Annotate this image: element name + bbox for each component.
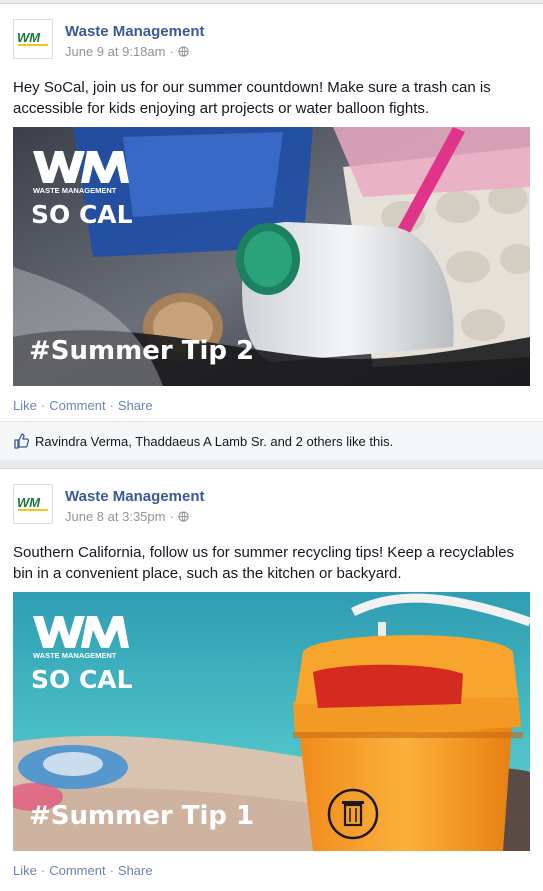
page-name-link[interactable]: Waste Management bbox=[65, 488, 204, 505]
wm-wordmark: WASTE MANAGEMENT bbox=[33, 186, 117, 195]
post-1: WM Waste Management June 9 at 9:18am · H… bbox=[0, 3, 543, 422]
globe-icon[interactable] bbox=[178, 46, 189, 57]
beach-photo: WASTE MANAGEMENT SO CAL #Summer Tip 1 bbox=[13, 592, 530, 851]
post-text: Hey SoCal, join us for our summer countd… bbox=[13, 79, 491, 117]
tip-label: #Summer Tip 1 bbox=[29, 801, 254, 831]
svg-text:WM: WM bbox=[17, 495, 41, 510]
post-actions: Like · Comment · Share bbox=[13, 863, 153, 878]
like-link[interactable]: Like bbox=[13, 398, 37, 413]
like-link[interactable]: Like bbox=[13, 863, 37, 878]
post-actions: Like · Comment · Share bbox=[13, 398, 153, 413]
post-2: WM Waste Management June 8 at 3:35pm · S… bbox=[0, 468, 543, 891]
trash-photo: WASTE MANAGEMENT SO CAL #Summer Tip 2 bbox=[13, 127, 530, 386]
globe-icon[interactable] bbox=[178, 511, 189, 522]
comment-link[interactable]: Comment bbox=[49, 398, 105, 413]
post-meta: June 8 at 3:35pm · bbox=[65, 509, 189, 524]
page-avatar[interactable]: WM bbox=[13, 19, 53, 59]
page-name-link[interactable]: Waste Management bbox=[65, 23, 204, 40]
post-timestamp[interactable]: June 8 at 3:35pm bbox=[65, 509, 165, 524]
wm-wordmark: WASTE MANAGEMENT bbox=[33, 651, 117, 660]
region-label: SO CAL bbox=[31, 665, 133, 694]
tip-label: #Summer Tip 2 bbox=[29, 336, 254, 366]
post-timestamp[interactable]: June 9 at 9:18am bbox=[65, 44, 165, 59]
likes-summary: Ravindra Verma, Thaddaeus A Lamb Sr. and… bbox=[0, 421, 543, 460]
action-separator: · bbox=[109, 863, 114, 878]
action-separator: · bbox=[40, 398, 46, 413]
wm-logo-icon: WM bbox=[17, 30, 48, 46]
action-separator: · bbox=[109, 398, 114, 413]
action-separator: · bbox=[40, 863, 46, 878]
post-meta: June 9 at 9:18am · bbox=[65, 44, 189, 59]
post-image[interactable]: WASTE MANAGEMENT SO CAL #Summer Tip 2 bbox=[13, 127, 530, 386]
post-text: Southern California, follow us for summe… bbox=[13, 544, 515, 582]
comment-link[interactable]: Comment bbox=[49, 863, 105, 878]
thumbs-up-icon[interactable] bbox=[13, 433, 29, 449]
page-avatar[interactable]: WM bbox=[13, 484, 53, 524]
likes-text[interactable]: Ravindra Verma, Thaddaeus A Lamb Sr. and… bbox=[35, 434, 393, 449]
share-link[interactable]: Share bbox=[118, 863, 153, 878]
svg-text:WM: WM bbox=[17, 30, 41, 45]
post-image[interactable]: WASTE MANAGEMENT SO CAL #Summer Tip 1 bbox=[13, 592, 530, 851]
wm-logo-icon: WM bbox=[17, 495, 48, 511]
region-label: SO CAL bbox=[31, 200, 133, 229]
meta-separator: · bbox=[169, 509, 174, 524]
meta-separator: · bbox=[169, 44, 174, 59]
share-link[interactable]: Share bbox=[118, 398, 153, 413]
